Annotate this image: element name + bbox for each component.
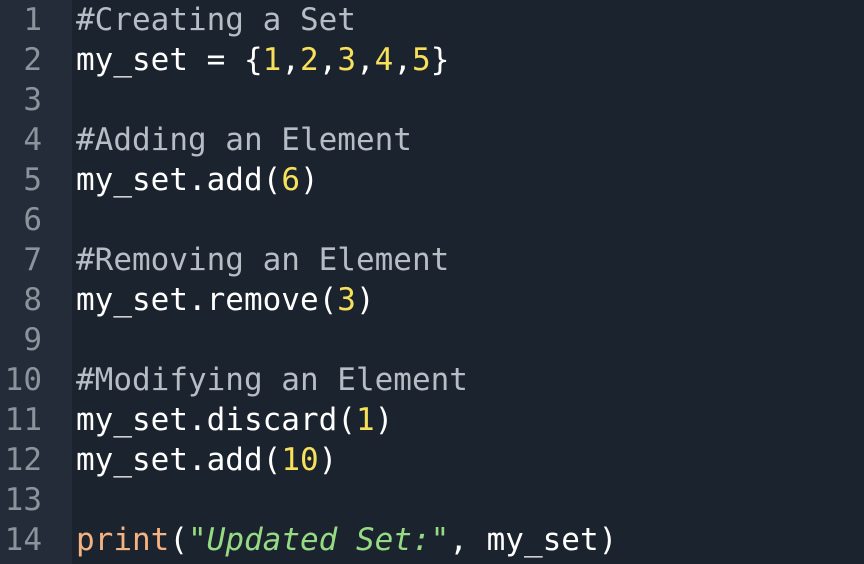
line-number: 10 xyxy=(4,362,42,398)
code-editor[interactable]: 1 2 3 4 5 6 7 8 9 10 11 12 13 14 #Creating a Set my_se… xyxy=(0,0,864,564)
code-token-plain: , my_set) xyxy=(449,522,618,558)
code-token-num: 2 xyxy=(299,42,319,78)
line-number: 1 xyxy=(23,2,42,38)
line-number: 12 xyxy=(4,442,42,478)
code-token-plain: , xyxy=(393,42,413,78)
line-number: 9 xyxy=(23,322,42,358)
code-token-plain: } xyxy=(430,42,450,78)
code-line[interactable]: print("Updated Set:", my_set) xyxy=(76,520,864,560)
code-line[interactable]: my_set.discard(1) xyxy=(76,400,864,440)
code-token-num: 3 xyxy=(337,42,356,78)
code-token-num: 1 xyxy=(262,42,282,78)
line-number: 5 xyxy=(23,162,42,198)
code-token-comment: #Adding an Element xyxy=(76,122,412,158)
code-token-plain: , xyxy=(281,42,300,78)
line-number: 4 xyxy=(23,122,42,158)
code-token-plain: ) xyxy=(299,162,319,198)
code-token-plain: ) xyxy=(318,442,338,478)
code-token-comment: #Creating a Set xyxy=(76,2,356,38)
code-token-plain: my_set.add( xyxy=(76,162,282,198)
line-number: 7 xyxy=(23,242,42,278)
code-token-plain: , xyxy=(356,42,375,78)
code-line[interactable] xyxy=(76,200,864,240)
code-token-string: "Updated Set:" xyxy=(188,522,450,558)
code-line[interactable]: #Creating a Set xyxy=(76,0,864,40)
code-token-num: 6 xyxy=(281,162,300,198)
code-line[interactable]: my_set.remove(3) xyxy=(76,280,864,320)
code-token-plain: my_set.remove( xyxy=(76,282,338,318)
code-token-num: 10 xyxy=(281,442,319,478)
code-token-num: 3 xyxy=(337,282,356,318)
line-number: 2 xyxy=(23,42,42,78)
line-number: 6 xyxy=(23,202,42,238)
code-token-comment: #Modifying an Element xyxy=(76,362,468,398)
code-line[interactable]: my_set.add(6) xyxy=(76,160,864,200)
line-number: 8 xyxy=(23,282,42,318)
code-token-plain: my_set.discard( xyxy=(76,402,356,438)
line-number: 13 xyxy=(4,482,42,518)
code-token-plain: ) xyxy=(374,402,394,438)
code-line[interactable] xyxy=(76,480,864,520)
line-number: 14 xyxy=(4,522,42,558)
code-line[interactable]: my_set.add(10) xyxy=(76,440,864,480)
code-line[interactable]: my_set = {1,2,3,4,5} xyxy=(76,40,864,80)
code-area[interactable]: #Creating a Set my_set = {1,2,3,4,5} #Addi… xyxy=(72,0,864,564)
code-line[interactable] xyxy=(76,80,864,120)
line-number: 11 xyxy=(4,402,42,438)
code-line[interactable]: #Modifying an Element xyxy=(76,360,864,400)
code-token-num: 4 xyxy=(374,42,394,78)
code-token-plain: ) xyxy=(355,282,375,318)
code-line[interactable]: #Adding an Element xyxy=(76,120,864,160)
code-token-num: 5 xyxy=(412,42,431,78)
code-token-plain: , xyxy=(318,42,338,78)
code-token-comment: #Removing an Element xyxy=(76,242,450,278)
code-line[interactable]: #Removing an Element xyxy=(76,240,864,280)
code-token-builtin: print xyxy=(76,522,170,558)
code-line[interactable] xyxy=(76,320,864,360)
code-token-num: 1 xyxy=(355,402,375,438)
code-token-plain: my_set.add( xyxy=(76,442,282,478)
line-number: 3 xyxy=(23,82,42,118)
code-token-plain: ( xyxy=(169,522,188,558)
code-token-plain: my_set = { xyxy=(76,42,263,78)
line-number-gutter: 1 2 3 4 5 6 7 8 9 10 11 12 13 14 xyxy=(0,0,72,564)
